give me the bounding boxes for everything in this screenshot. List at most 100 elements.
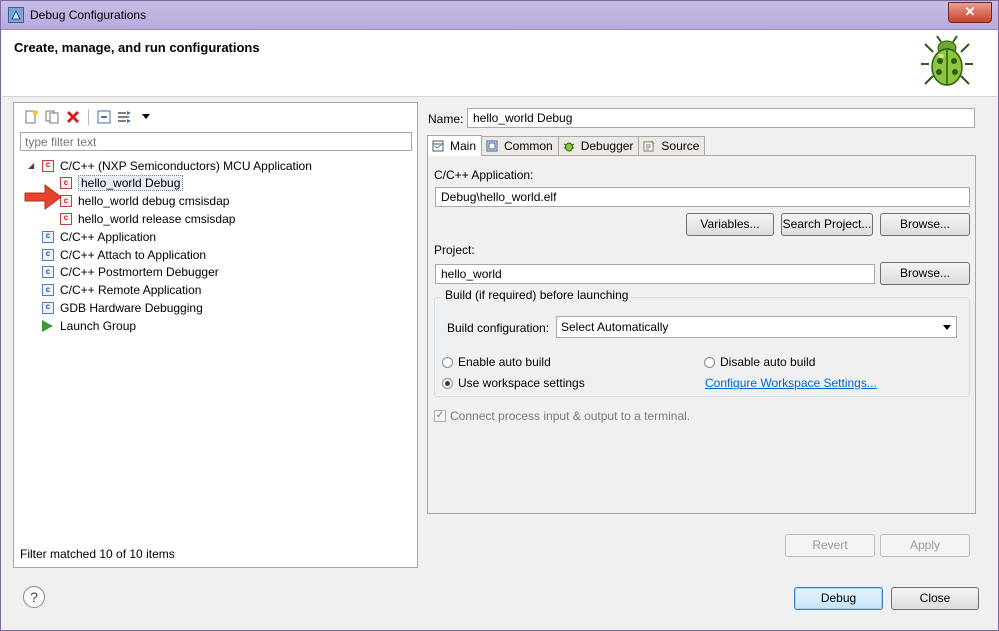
page-title: Create, manage, and run configurations	[14, 40, 260, 55]
tree-item[interactable]: c C/C++ Remote Application	[28, 282, 201, 299]
c-icon: c	[42, 266, 54, 279]
config-tabs: Main Common Debugger Source	[427, 135, 706, 156]
tab-debugger[interactable]: Debugger	[557, 136, 640, 155]
enable-auto-build-radio[interactable]: Enable auto build	[442, 355, 551, 369]
radio-on-icon	[442, 377, 453, 389]
window-title: Debug Configurations	[30, 8, 147, 22]
build-group: Build (if required) before launching Bui…	[434, 288, 970, 397]
connect-terminal-checkbox[interactable]: ✓ Connect process input & output to a te…	[434, 409, 690, 423]
tree-item[interactable]: c C/C++ Attach to Application	[28, 246, 206, 263]
c-icon: c	[42, 301, 54, 314]
filter-status: Filter matched 10 of 10 items	[20, 547, 175, 561]
connect-terminal-label: Connect process input & output to a term…	[450, 409, 691, 423]
collapse-all-icon	[97, 110, 111, 124]
tree-item[interactable]: ◢ c C/C++ (NXP Semiconductors) MCU Applica…	[28, 157, 312, 174]
tab-common-label: Common	[504, 139, 553, 153]
c-icon: c	[42, 230, 54, 243]
red-arrow-annotation	[24, 184, 62, 210]
application-field[interactable]: Debug\hello_world.elf	[435, 187, 970, 207]
close-button[interactable]: Close	[891, 587, 979, 610]
tree-item[interactable]: c GDB Hardware Debugging	[28, 299, 203, 316]
apply-button[interactable]: Apply	[880, 534, 970, 557]
chevron-down-icon	[142, 114, 150, 119]
toolbar-menu-button[interactable]	[137, 108, 155, 126]
tree-item-label: hello_world Debug	[78, 175, 184, 192]
main-tab-content: C/C++ Application: Debug\hello_world.elf…	[427, 155, 976, 514]
c-red-icon: c	[60, 212, 72, 225]
revert-button[interactable]: Revert	[785, 534, 875, 557]
tab-source-label: Source	[661, 139, 700, 153]
name-label: Name:	[428, 112, 464, 126]
tab-debugger-label: Debugger	[580, 139, 634, 153]
expanded-arrow-icon[interactable]: ◢	[28, 161, 38, 170]
disable-auto-build-radio[interactable]: Disable auto build	[704, 355, 815, 369]
toolbar-separator	[88, 109, 89, 125]
debug-configurations-dialog: Debug Configurations ✕ Create, manage, a…	[0, 0, 999, 631]
filter-button[interactable]	[116, 108, 134, 126]
title-bar: Debug Configurations ✕	[1, 1, 998, 30]
tree-item[interactable]: c hello_world debug cmsisdap	[60, 193, 229, 210]
bug-app-icon	[8, 7, 24, 23]
checkmark-icon: ✓	[434, 410, 446, 422]
tab-common[interactable]: Common	[481, 136, 559, 155]
duplicate-button[interactable]	[43, 108, 61, 126]
configure-workspace-link[interactable]: Configure Workspace Settings...	[705, 376, 877, 390]
project-field[interactable]: hello_world	[435, 264, 875, 284]
main-tab-icon	[432, 140, 444, 152]
common-tab-icon	[486, 140, 498, 152]
launch-icon	[42, 319, 53, 332]
new-file-icon	[25, 110, 38, 124]
tree-item-label: Launch Group	[60, 318, 137, 333]
tree-item[interactable]: c hello_world Debug	[60, 175, 184, 192]
tree-item-label: GDB Hardware Debugging	[60, 300, 203, 315]
tab-main-label: Main	[450, 139, 477, 153]
build-config-value: Select Automatically	[561, 320, 669, 334]
delete-icon	[66, 110, 80, 124]
chevron-down-icon	[943, 325, 951, 330]
disable-auto-build-label: Disable auto build	[720, 355, 816, 369]
filter-input[interactable]	[20, 132, 412, 151]
configurations-panel: ◢ c C/C++ (NXP Semiconductors) MCU Applica…	[13, 102, 418, 568]
application-label: C/C++ Application:	[434, 168, 534, 182]
tree-item-label: C/C++ Postmortem Debugger	[60, 265, 219, 280]
radio-off-icon	[442, 356, 453, 368]
variables-button[interactable]: Variables...	[686, 213, 774, 236]
browse-application-button[interactable]: Browse...	[880, 213, 970, 236]
dialog-header: Create, manage, and run configurations	[2, 30, 997, 97]
build-group-title: Build (if required) before launching	[442, 288, 632, 302]
c-red-icon: c	[42, 159, 54, 172]
tree-item-label: C/C++ Remote Application	[60, 283, 202, 298]
tree-item[interactable]: c C/C++ Postmortem Debugger	[28, 264, 219, 281]
delete-button[interactable]	[64, 108, 82, 126]
c-icon: c	[42, 284, 54, 297]
debug-bug-icon	[921, 35, 973, 86]
collapse-all-button[interactable]	[95, 108, 113, 126]
debug-button[interactable]: Debug	[794, 587, 883, 610]
project-label: Project:	[434, 243, 475, 257]
bug-icon	[563, 142, 574, 152]
use-workspace-settings-label: Use workspace settings	[458, 376, 585, 390]
tab-main[interactable]: Main	[427, 135, 483, 156]
radio-off-icon	[704, 356, 715, 368]
tree-item[interactable]: c hello_world release cmsisdap	[60, 210, 235, 227]
configuration-editor: Name: hello_world Debug Main Common Debu…	[427, 102, 976, 568]
tree-item[interactable]: c C/C++ Application	[28, 228, 156, 245]
tree-item[interactable]: Launch Group	[28, 317, 136, 334]
tab-source[interactable]: Source	[638, 136, 706, 155]
filter-icon	[118, 111, 131, 123]
build-config-label: Build configuration:	[447, 321, 550, 335]
duplicate-icon	[45, 110, 59, 124]
help-button[interactable]: ?	[23, 586, 45, 608]
use-workspace-settings-radio[interactable]: Use workspace settings	[442, 376, 585, 390]
browse-project-button[interactable]: Browse...	[880, 262, 970, 285]
name-field[interactable]: hello_world Debug	[467, 108, 975, 128]
new-configuration-button[interactable]	[22, 108, 40, 126]
tree-item-label: C/C++ (NXP Semiconductors) MCU Applicati…	[60, 158, 312, 173]
tree-item-label: hello_world release cmsisdap	[78, 211, 236, 226]
tree-item-label: C/C++ Attach to Application	[60, 247, 207, 262]
close-window-button[interactable]: ✕	[948, 2, 992, 23]
search-project-button[interactable]: Search Project...	[781, 213, 873, 236]
source-tab-icon	[643, 140, 655, 152]
build-config-select[interactable]: Select Automatically	[556, 316, 957, 338]
enable-auto-build-label: Enable auto build	[458, 355, 551, 369]
